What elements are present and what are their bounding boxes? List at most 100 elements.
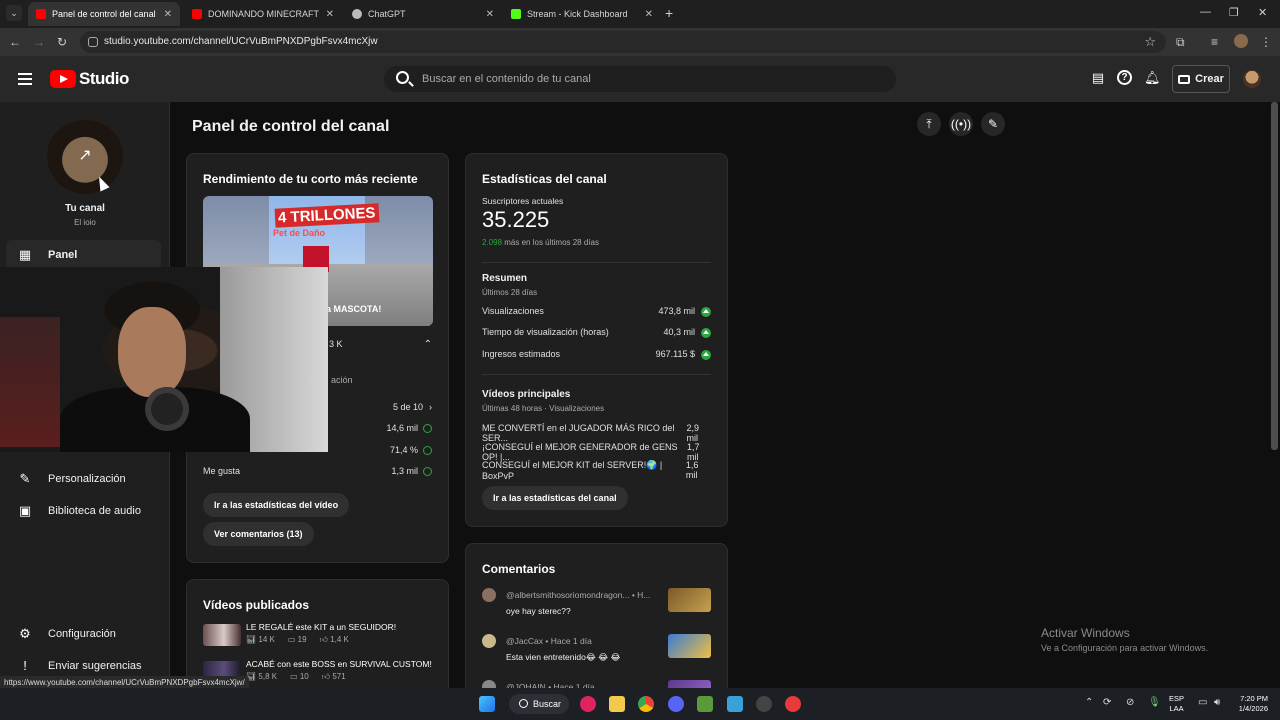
language-code: ESP (1169, 694, 1185, 703)
video-stats-button[interactable]: Ir a las estadísticas del vídeo (203, 493, 350, 517)
windows-activation-watermark: Activar Windows Ve a Configuración para … (1041, 626, 1208, 653)
stat-value: 71,4 % (389, 445, 418, 455)
discord-icon[interactable] (668, 696, 684, 712)
clock[interactable]: 7:20 PM 1/4/2026 (1232, 694, 1268, 714)
windows-taskbar: Buscar ⌃ ⟳ ⊘ 🎙︎ ESP LAA ▭ 🔊︎ 7:20 PM 1/4… (0, 688, 1280, 720)
messages-icon[interactable]: ▤ (1090, 70, 1106, 86)
youtube-play-logo-icon (50, 70, 76, 88)
video-stats: 📊︎ 5,8 K ▭ 10 👍︎ 571 (246, 672, 359, 682)
comments-card: Comentarios @albertsmithosoriomondragon.… (465, 543, 728, 699)
summary-heading: Resumen (482, 273, 528, 284)
help-icon[interactable]: ? (1117, 70, 1132, 85)
start-button-icon[interactable] (479, 696, 495, 712)
clock-date: 1/4/2026 (1238, 704, 1268, 713)
upload-icon[interactable]: ⤒ (917, 112, 941, 136)
back-arrow-icon[interactable]: ← (9, 35, 21, 49)
summary-label: Tiempo de visualización (horas) (482, 327, 609, 337)
go-live-icon[interactable]: ((•)) (949, 112, 973, 136)
close-tab-icon[interactable]: ✕ (326, 9, 334, 20)
view-comments-button[interactable]: Ver comentarios (13) (203, 522, 314, 546)
bookmark-star-icon[interactable]: ☆ (1144, 34, 1156, 50)
sidebar-item-settings[interactable]: ⚙ Configuración (6, 619, 161, 649)
browser-tab-bar: ⌄ Panel de control del canal - You ✕ DOM… (0, 0, 1280, 28)
close-tab-icon[interactable]: ✕ (164, 9, 172, 20)
browser-profile-avatar[interactable] (1234, 34, 1248, 48)
search-placeholder: Buscar en el contenido de tu canal (422, 73, 591, 85)
sidebar-item-customization[interactable]: ✎ Personalización (6, 464, 161, 494)
page-title: Panel de control del canal (192, 118, 390, 135)
top-video-row[interactable]: ¡CONSEGUÍ el MEJOR GENERADOR de GENS OP!… (482, 442, 711, 462)
site-info-icon[interactable] (88, 37, 98, 47)
media-controls-icon[interactable]: ≡ (1211, 35, 1218, 49)
microphone-icon[interactable]: 🎙︎ (1148, 697, 1161, 708)
subscribers-delta: 2.098 más en los últimos 28 días (482, 238, 599, 247)
volume-icon[interactable]: 🔊︎ (1214, 697, 1220, 708)
browser-tab-kick[interactable]: Stream - Kick Dashboard ✕ (503, 2, 661, 26)
recorder-icon[interactable] (785, 696, 801, 712)
comment-item[interactable]: @JacCax • Hace 1 día Esta vien entreteni… (482, 634, 711, 676)
minecraft-icon[interactable] (697, 696, 713, 712)
tray-chevron-icon[interactable]: ⌃ (1085, 697, 1093, 708)
channel-search-input[interactable]: Buscar en el contenido de tu canal (384, 66, 896, 92)
channel-avatar[interactable]: ↗ (47, 118, 123, 194)
account-avatar[interactable] (1243, 70, 1261, 88)
minimize-icon[interactable]: — (1200, 6, 1211, 18)
new-tab-icon[interactable]: + (665, 5, 673, 21)
address-bar[interactable]: studio.youtube.com/channel/UCrVuBmPNXDPg… (80, 31, 1166, 53)
studio-logo[interactable]: Studio (50, 69, 129, 89)
card-heading: Estadísticas del canal (482, 172, 607, 186)
browser-tab-video[interactable]: DOMINANDO MINECRAFT HAR ✕ (184, 2, 342, 26)
app-icon[interactable] (580, 696, 596, 712)
create-post-icon[interactable]: ✎ (981, 112, 1005, 136)
chrome-icon[interactable] (638, 696, 654, 712)
tray-app-icon[interactable]: ⊘ (1126, 697, 1134, 708)
video-comments: 19 (297, 635, 307, 644)
comment-text: oye hay sterec?? (506, 606, 571, 616)
subscribers-delta-value: 2.098 (482, 238, 503, 247)
browser-tab-chatgpt[interactable]: ChatGPT ✕ (344, 2, 502, 26)
language-indicator[interactable]: ESP LAA (1169, 694, 1184, 714)
comment-item[interactable]: @albertsmithosoriomondragon... • H... oy… (482, 588, 711, 630)
top-video-title: ME CONVERTÍ en el JUGADOR MÁS RICO del S… (482, 423, 675, 443)
close-tab-icon[interactable]: ✕ (645, 9, 653, 20)
create-button[interactable]: Crear (1172, 65, 1230, 93)
summary-row: Tiempo de visualización (horas) 40,3 mil (482, 327, 711, 338)
notes-icon[interactable] (727, 696, 743, 712)
notifications-bell-icon[interactable]: 🔔︎ (1144, 70, 1161, 86)
browser-toolbar: ← → ↻ studio.youtube.com/channel/UCrVuBm… (0, 28, 1280, 56)
subscribers-delta-text: más en los últimos 28 días (504, 238, 599, 247)
reload-icon[interactable]: ↻ (57, 35, 67, 49)
check-circle-icon (423, 424, 432, 433)
sidebar-item-audio-library[interactable]: ▣ Biblioteca de audio (6, 496, 161, 526)
video-title: LE REGALÉ este KIT a un SEGUIDOR! (246, 622, 397, 632)
channel-handle: El ioio (74, 218, 96, 227)
browser-menu-icon[interactable]: ⋮ (1260, 35, 1272, 49)
close-tab-icon[interactable]: ✕ (486, 9, 494, 20)
chevron-up-icon[interactable]: ⌃ (424, 339, 432, 350)
forward-arrow-icon[interactable]: → (33, 35, 45, 49)
tab-search-menu-icon[interactable]: ⌄ (6, 5, 22, 21)
video-views: 5,8 K (258, 672, 278, 681)
maximize-icon[interactable]: ❐ (1229, 6, 1239, 19)
page-scrollbar[interactable] (1271, 102, 1278, 450)
top-video-row[interactable]: ME CONVERTÍ en el JUGADOR MÁS RICO del S… (482, 423, 711, 443)
browser-tab-studio[interactable]: Panel de control del canal - You ✕ (28, 2, 180, 26)
list-item[interactable]: LE REGALÉ este KIT a un SEGUIDOR! 📊︎ 14 … (203, 622, 432, 648)
close-window-icon[interactable]: ✕ (1258, 6, 1267, 19)
sidebar-item-dashboard[interactable]: ▦ Panel (6, 240, 161, 270)
file-explorer-icon[interactable] (609, 696, 625, 712)
taskbar-search[interactable]: Buscar (509, 694, 569, 714)
divider (482, 262, 711, 263)
hamburger-menu-icon[interactable] (18, 73, 32, 85)
extensions-icon[interactable]: ⧉ (1176, 35, 1185, 50)
chevron-right-icon: › (429, 402, 432, 412)
top-video-row[interactable]: CONSEGUÍ el MEJOR KIT del SERVER!🌍 | Box… (482, 460, 711, 481)
url-text: studio.youtube.com/channel/UCrVuBmPNXDPg… (104, 36, 378, 47)
webcam-person-face (118, 307, 186, 397)
obs-icon[interactable] (756, 696, 772, 712)
gear-icon: ⚙ (19, 626, 31, 641)
network-icon[interactable]: ▭ (1198, 697, 1207, 708)
clock-time: 7:20 PM (1240, 694, 1268, 703)
channel-analytics-button[interactable]: Ir a las estadísticas del canal (482, 486, 628, 510)
sync-icon[interactable]: ⟳ (1103, 697, 1111, 708)
